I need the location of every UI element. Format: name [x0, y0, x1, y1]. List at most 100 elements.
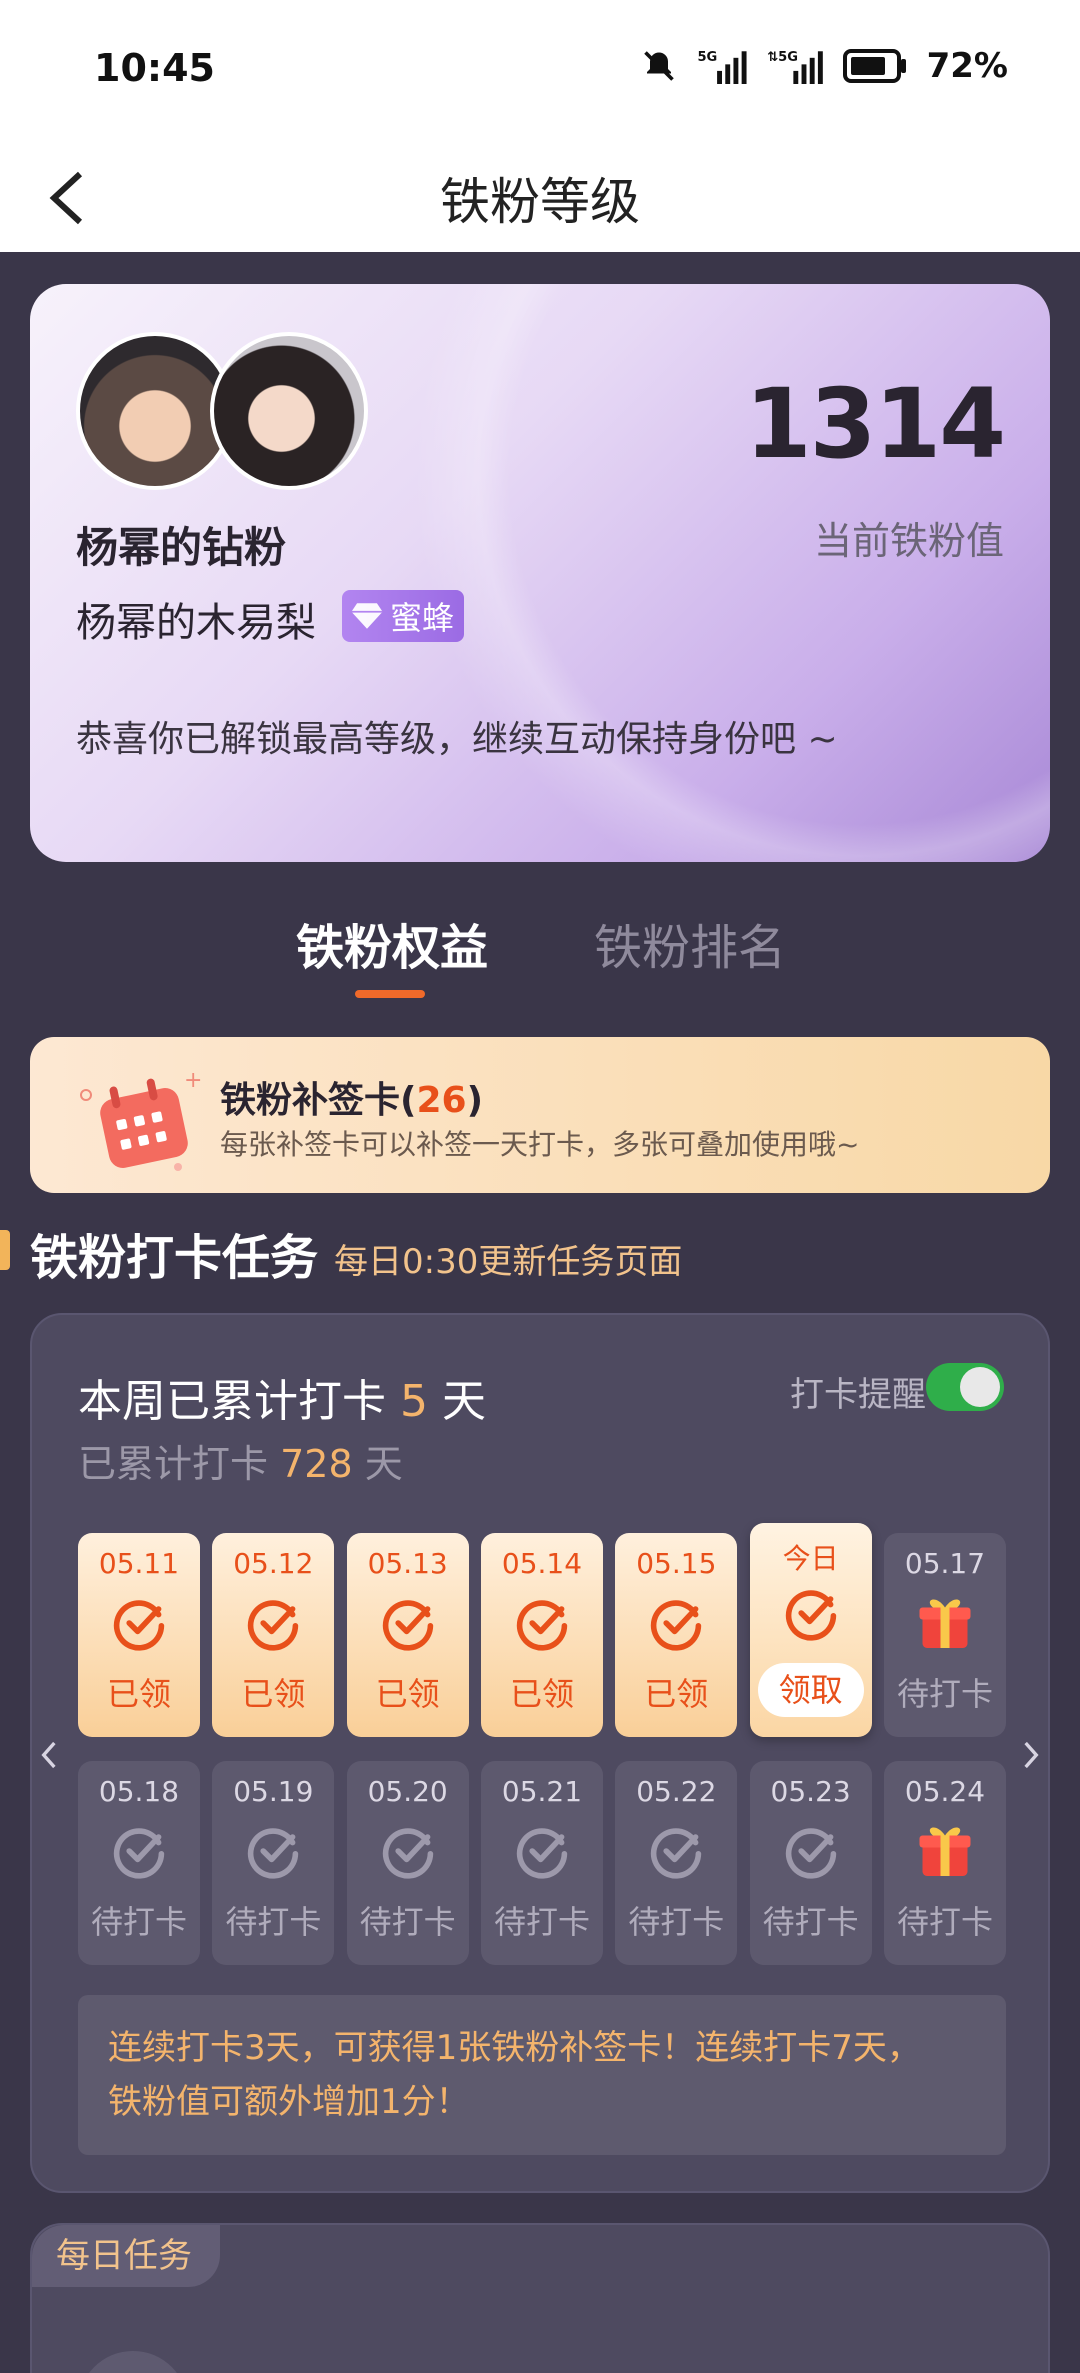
fan-level-title: 杨幂的钻粉 [76, 523, 287, 572]
checkin-day-status: 待打卡 [359, 1903, 456, 1941]
check-circle-icon [380, 1823, 436, 1879]
week-checkin-days: 5 [400, 1376, 428, 1427]
status-time: 10:45 [94, 46, 215, 90]
total-checkin-prefix: 已累计打卡 [78, 1442, 269, 1486]
checkin-day-tile: 05.20 待打卡 [346, 1761, 469, 1965]
checkin-day-date: 05.23 [770, 1775, 851, 1808]
diamond-icon [351, 603, 383, 629]
toggle-knob [960, 1367, 1000, 1407]
claim-button[interactable]: 领取 [757, 1663, 864, 1717]
checkin-day-date: 05.17 [904, 1547, 986, 1580]
check-circle-icon [648, 1595, 704, 1651]
week-checkin-summary: 本周已累计打卡 5 天 [78, 1365, 486, 1429]
gift-icon [915, 1819, 971, 1876]
checkin-day-date: 05.15 [636, 1547, 717, 1580]
check-circle-icon [245, 1823, 301, 1879]
checkin-day-date: 今日 [782, 1542, 839, 1575]
calendar-icon: + [80, 1068, 202, 1171]
total-checkin-suffix: 天 [364, 1442, 403, 1486]
mute-bell-icon [643, 51, 674, 81]
checkin-day-status: 待打卡 [90, 1903, 187, 1941]
idol-avatar [210, 332, 368, 490]
fan-username: 杨幂的木易梨 [76, 600, 316, 646]
reminder-toggle[interactable] [926, 1363, 1004, 1411]
next-week-arrow-icon[interactable] [1016, 1735, 1046, 1775]
fan-score-label: 当前铁粉值 [813, 519, 1004, 563]
checkin-day-date: 05.21 [501, 1775, 583, 1808]
streak-rule-line-1: 连续打卡3天，可获得1张铁粉补签卡！连续打卡7天， [108, 2028, 921, 2068]
fan-score: 1314 [744, 368, 1006, 480]
daily-tasks-card: 每日任务 [30, 2223, 1050, 2373]
tab-fan-benefits[interactable]: 铁粉权益 [296, 908, 488, 978]
status-bar: 10:45 5G ⇅5G 72% [0, 0, 1080, 140]
checkin-day-tile: 05.23 待打卡 [749, 1761, 872, 1965]
checkin-day-status: 待打卡 [493, 1903, 590, 1941]
checkin-day-date: 05.14 [501, 1547, 583, 1580]
checkin-day-tile: 05.24 待打卡 [883, 1761, 1006, 1965]
checkin-day-date: 05.19 [233, 1775, 314, 1808]
total-checkin-days: 728 [280, 1442, 353, 1486]
checkin-day-tile: 05.17 待打卡 [883, 1533, 1006, 1737]
week-checkin-prefix: 本周已累计打卡 [78, 1376, 386, 1427]
checkin-day-date: 05.24 [904, 1775, 986, 1808]
signal-5g-icon: 5G [697, 50, 747, 84]
status-icons: 5G ⇅5G 72% [641, 46, 1008, 86]
profile-card: 杨幂的钻粉 杨幂的木易梨 蜜蜂 1314 当前铁粉值 恭喜你已解锁最高等级，继续… [30, 284, 1050, 862]
header: 铁粉等级 [0, 140, 1080, 252]
checkin-day-status: 已领 [509, 1675, 574, 1713]
checkin-day-date: 05.12 [233, 1547, 314, 1580]
streak-rule-note: 连续打卡3天，可获得1张铁粉补签卡！连续打卡7天， 铁粉值可额外增加1分！ [78, 1995, 1006, 2155]
checkin-day-status: 已领 [106, 1675, 171, 1713]
week-checkin-suffix: 天 [442, 1376, 486, 1427]
check-circle-icon [514, 1823, 570, 1879]
checkin-day-date: 05.18 [98, 1775, 180, 1808]
check-circle-icon [783, 1823, 839, 1879]
check-circle-icon [783, 1585, 839, 1641]
checkin-day-tile: 05.15 已领 [615, 1533, 738, 1737]
check-circle-icon [111, 1823, 167, 1879]
task-avatar [78, 2351, 188, 2373]
makeup-card-banner[interactable]: + 铁粉补签卡(26) 每张补签卡可以补签一天打卡，多张可叠加使用哦~ [30, 1037, 1050, 1193]
battery-icon [842, 49, 906, 83]
checkin-day-tile: 05.19 待打卡 [212, 1761, 335, 1965]
gift-icon [915, 1591, 971, 1648]
check-circle-icon [245, 1595, 301, 1651]
tab-fan-ranking[interactable]: 铁粉排名 [594, 908, 786, 978]
active-tab-indicator [355, 990, 425, 998]
checkin-day-status: 已领 [241, 1675, 306, 1713]
congrats-message: 恭喜你已解锁最高等级，继续互动保持身份吧 ~ [76, 719, 838, 760]
check-circle-icon [648, 1823, 704, 1879]
svg-text:+: + [184, 1068, 202, 1093]
streak-rule-line-2: 铁粉值可额外增加1分！ [108, 2082, 470, 2122]
checkin-day-tile: 05.22 待打卡 [615, 1761, 738, 1965]
fan-badge-label: 蜜蜂 [390, 599, 455, 637]
checkin-day-status: 待打卡 [225, 1903, 322, 1941]
checkin-section-subtitle: 每日0:30更新任务页面 [334, 1242, 683, 1282]
check-circle-icon [380, 1595, 436, 1651]
check-circle-icon [514, 1595, 570, 1651]
prev-week-arrow-icon[interactable] [34, 1735, 64, 1775]
checkin-day-tile: 05.11 已领 [78, 1533, 200, 1737]
checkin-days-row-1: 05.11 已领 05.12 已领 05.13 已领 05.14 已领 05.15 已领 今日 领取 0… [78, 1523, 1006, 1737]
fan-badge: 蜜蜂 [342, 590, 465, 642]
checkin-day-status: 已领 [644, 1675, 709, 1713]
reminder-label: 打卡提醒 [790, 1375, 926, 1415]
signal-5g-2-icon: ⇅5G [767, 50, 823, 84]
svg-text:5G: 5G [697, 50, 717, 65]
section-accent-bar [0, 1230, 10, 1270]
checkin-day-tile: 05.14 已领 [480, 1533, 603, 1737]
makeup-card-title: 铁粉补签卡(26) [220, 1080, 484, 1121]
daily-tasks-tag: 每日任务 [32, 2225, 220, 2287]
checkin-day-tile: 05.13 已领 [346, 1533, 469, 1737]
checkin-day-tile: 05.21 待打卡 [480, 1761, 603, 1965]
page-title: 铁粉等级 [440, 173, 640, 231]
checkin-day-tile[interactable]: 今日 领取 [749, 1523, 872, 1737]
checkin-days-row-2: 05.18 待打卡 05.19 待打卡 05.20 待打卡 05.21 待打卡 05.22 待打卡… [78, 1761, 1006, 1965]
checkin-day-date: 05.13 [367, 1547, 448, 1580]
makeup-card-title-text: 铁粉补签卡 [220, 1080, 401, 1121]
battery-level: 72% [926, 46, 1008, 86]
checkin-day-status: 待打卡 [762, 1903, 859, 1941]
svg-text:⇅5G: ⇅5G [767, 50, 798, 65]
checkin-day-date: 05.22 [636, 1775, 717, 1808]
checkin-card: 本周已累计打卡 5 天 已累计打卡 728 天 打卡提醒 05.11 已领 05.1… [30, 1313, 1050, 2193]
